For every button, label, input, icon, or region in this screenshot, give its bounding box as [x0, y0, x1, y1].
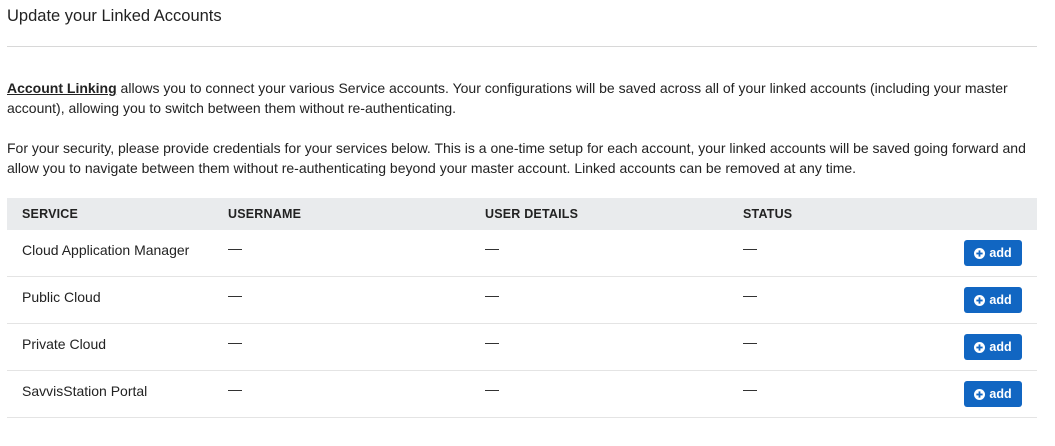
table-row: Private Cloud — — — add	[7, 324, 1037, 371]
add-button[interactable]: add	[964, 381, 1022, 407]
account-linking-link[interactable]: Account Linking	[7, 80, 117, 96]
service-name: SavvisStation Portal	[22, 383, 148, 399]
table-row: Public Cloud — — — add	[7, 277, 1037, 324]
service-name: Cloud Application Manager	[22, 242, 190, 258]
header-username: USERNAME	[228, 207, 302, 221]
user-details-value: —	[485, 287, 499, 303]
plus-circle-icon	[974, 294, 986, 306]
header-user-details: USER DETAILS	[485, 207, 579, 221]
status-value: —	[743, 334, 757, 350]
linked-accounts-table: SERVICE USERNAME USER DETAILS STATUS Clo…	[7, 198, 1037, 418]
plus-circle-icon	[974, 388, 986, 400]
status-value: —	[743, 381, 757, 397]
username-value: —	[228, 240, 242, 256]
username-value: —	[228, 381, 242, 397]
add-button-label: add	[989, 340, 1012, 354]
title-divider	[7, 46, 1037, 47]
user-details-value: —	[485, 240, 499, 256]
username-value: —	[228, 287, 242, 303]
add-button-label: add	[989, 293, 1012, 307]
plus-circle-icon	[974, 341, 986, 353]
plus-circle-icon	[974, 247, 986, 259]
security-paragraph: For your security, please provide creden…	[7, 140, 1026, 176]
add-button-label: add	[989, 246, 1012, 260]
status-value: —	[743, 240, 757, 256]
user-details-value: —	[485, 381, 499, 397]
add-button[interactable]: add	[964, 287, 1022, 313]
table-row: SavvisStation Portal — — — add	[7, 371, 1037, 418]
username-value: —	[228, 334, 242, 350]
header-service: SERVICE	[22, 207, 79, 221]
header-status: STATUS	[743, 207, 793, 221]
user-details-value: —	[485, 334, 499, 350]
intro-paragraph-text: allows you to connect your various Servi…	[7, 80, 1008, 116]
service-name: Public Cloud	[22, 289, 101, 305]
table-header: SERVICE USERNAME USER DETAILS STATUS	[7, 198, 1037, 230]
page-title: Update your Linked Accounts	[7, 7, 222, 25]
add-button[interactable]: add	[964, 334, 1022, 360]
service-name: Private Cloud	[22, 336, 107, 352]
status-value: —	[743, 287, 757, 303]
add-button[interactable]: add	[964, 240, 1022, 266]
table-row: Cloud Application Manager — — — add	[7, 230, 1037, 277]
intro-paragraph: Account Linking allows you to connect yo…	[7, 78, 1027, 118]
add-button-label: add	[989, 387, 1012, 401]
